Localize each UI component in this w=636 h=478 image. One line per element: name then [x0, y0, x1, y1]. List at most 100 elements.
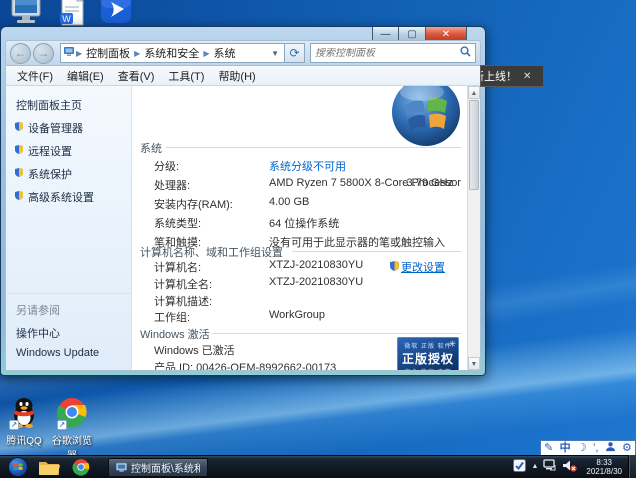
tray-ime-icon[interactable] — [513, 459, 526, 475]
row-value: 没有可用于此显示器的笔或触控输入 — [269, 234, 445, 250]
ime-punctuation-icon[interactable]: ’, — [593, 441, 599, 455]
uac-shield-icon — [390, 261, 399, 274]
system-window: — ▢ ✕ ← → ▶ 控制面板 ▶ 系统和安全 ▶ 系统 ▼ ⟳ — [0, 26, 486, 376]
breadcrumb-system-security[interactable]: 系统和安全 — [141, 45, 202, 61]
address-bar[interactable]: ▶ 控制面板 ▶ 系统和安全 ▶ 系统 ▼ — [60, 43, 285, 63]
window-body: 控制面板主页 设备管理器 远程设置 系统保护 高级系统设置 — [5, 85, 481, 371]
genuine-windows-badge[interactable]: ✳ 微软 正版 软件 正版授权 安全 稳定 声誉 — [397, 337, 459, 371]
vertical-scrollbar[interactable]: ▲ ▼ — [467, 86, 480, 370]
section-title-activation: Windows 激活 — [140, 326, 210, 342]
popup-notification[interactable]: 新上线！ ✕ — [480, 65, 544, 87]
sidebar-item-control-panel-home[interactable]: 控制面板主页 — [6, 94, 131, 116]
sidebar-item-advanced-settings[interactable]: 高级系统设置 — [6, 186, 131, 208]
back-button[interactable]: ← — [10, 43, 31, 64]
windows-logo — [389, 85, 463, 151]
network-icon[interactable] — [543, 459, 557, 475]
product-id: 产品 ID: 00426-OEM-8992662-00173 — [154, 359, 336, 371]
taskbar-clock[interactable]: 8:33 2021/8/30 — [582, 458, 626, 476]
menu-tools[interactable]: 工具(T) — [161, 66, 211, 86]
uac-shield-icon — [15, 145, 23, 157]
menu-edit[interactable]: 编辑(E) — [60, 66, 111, 86]
document-icon: W — [57, 0, 87, 29]
start-button[interactable] — [8, 457, 28, 477]
sidebar-item-device-manager[interactable]: 设备管理器 — [6, 117, 131, 139]
sidebar-item-label: 远程设置 — [28, 146, 72, 158]
desktop-icon-qq[interactable]: ↗ 腾讯QQ — [4, 396, 44, 447]
show-hidden-icons-button[interactable]: ▲ — [531, 463, 538, 470]
sidebar-item-system-protection[interactable]: 系统保护 — [6, 163, 131, 185]
video-player-icon — [99, 0, 133, 29]
badge-main-text: 正版授权 — [398, 350, 458, 367]
section-title-system: 系统 — [140, 140, 162, 156]
desktop-icon-computer[interactable] — [6, 0, 46, 29]
notification-close-icon[interactable]: ✕ — [523, 71, 531, 82]
desktop-icon-chrome[interactable]: ↗ 谷歌浏览器 — [52, 396, 92, 462]
taskbar-task-control-panel[interactable]: 控制面板\系统和... — [108, 458, 208, 477]
chrome-icon: ↗ — [56, 396, 88, 431]
ime-pen-icon[interactable]: ✎ — [544, 441, 553, 455]
badge-bottom-text: 安全 稳定 声誉 — [398, 367, 458, 371]
workgroup-row: 工作组: WorkGroup — [132, 309, 467, 326]
sidebar-item-remote-settings[interactable]: 远程设置 — [6, 140, 131, 162]
sidebar-item-label: 系统保护 — [28, 169, 72, 181]
row-label: 计算机全名: — [154, 276, 212, 292]
refresh-button[interactable]: ⟳ — [285, 43, 305, 63]
search-input[interactable] — [311, 48, 456, 59]
desktop-icon-video-player[interactable] — [96, 0, 136, 29]
ime-chinese-icon[interactable]: 中 — [560, 441, 571, 455]
sidebar-item-action-center[interactable]: 操作中心 — [6, 322, 131, 344]
uac-shield-icon — [15, 191, 23, 203]
scroll-up-icon[interactable]: ▲ — [468, 86, 480, 99]
breadcrumb-separator: ▶ — [75, 49, 83, 58]
chrome-icon — [72, 458, 90, 476]
show-desktop-button[interactable] — [628, 455, 636, 478]
desktop-icon-label: 腾讯QQ — [4, 432, 44, 447]
clock-time: 8:33 — [586, 458, 622, 467]
windows-flag-icon — [12, 461, 24, 473]
scroll-down-icon[interactable]: ▼ — [468, 357, 480, 370]
ime-fullwidth-moon-icon[interactable]: ☽ — [577, 441, 587, 455]
row-label: 计算机名: — [154, 259, 201, 275]
change-settings-link[interactable]: 更改设置 — [390, 259, 445, 275]
ime-settings-gear-icon[interactable]: ⚙ — [622, 441, 632, 455]
section-rule — [166, 147, 461, 148]
menu-bar: 文件(F) 编辑(E) 查看(V) 工具(T) 帮助(H) — [5, 66, 481, 85]
sidebar: 控制面板主页 设备管理器 远程设置 系统保护 高级系统设置 — [6, 86, 132, 370]
ime-user-icon[interactable] — [605, 441, 616, 456]
computer-window-icon — [116, 462, 127, 473]
uac-shield-icon — [15, 122, 23, 134]
shortcut-arrow-icon: ↗ — [57, 420, 67, 430]
section-rule — [212, 333, 461, 334]
computer-fullname-row: 计算机全名: XTZJ-20210830YU — [132, 276, 467, 293]
forward-button[interactable]: → — [33, 43, 54, 64]
row-value: WorkGroup — [269, 309, 325, 321]
search-box — [310, 43, 476, 63]
breadcrumb-system[interactable]: 系统 — [210, 45, 238, 61]
volume-muted-icon[interactable] — [562, 459, 577, 475]
desktop-icon-document[interactable]: W — [52, 0, 92, 29]
rating-link[interactable]: 系统分级不可用 — [269, 158, 346, 174]
taskbar-chrome-button[interactable] — [68, 457, 94, 477]
taskbar-explorer-button[interactable] — [36, 457, 62, 477]
menu-help[interactable]: 帮助(H) — [211, 66, 262, 86]
language-bar: ✎ 中 ☽ ’, ⚙ — [540, 440, 636, 456]
sidebar-item-windows-update[interactable]: Windows Update — [6, 344, 131, 362]
address-dropdown-icon[interactable]: ▼ — [268, 49, 282, 58]
section-rule — [292, 251, 461, 252]
breadcrumb-control-panel[interactable]: 控制面板 — [83, 45, 133, 61]
uac-shield-icon — [15, 168, 23, 180]
system-row-rating: 分级: 系统分级不可用 — [132, 158, 467, 175]
taskbar: 控制面板\系统和... ▲ 8:33 2021/8/30 — [0, 455, 636, 478]
sidebar-item-label: 高级系统设置 — [28, 192, 94, 204]
shortcut-arrow-icon: ↗ — [9, 420, 19, 430]
search-icon[interactable] — [456, 46, 475, 60]
sidebar-item-label: 设备管理器 — [28, 123, 83, 135]
folder-icon — [38, 459, 60, 476]
menu-view[interactable]: 查看(V) — [111, 66, 162, 86]
row-label: 安装内存(RAM): — [154, 196, 233, 212]
menu-file[interactable]: 文件(F) — [10, 66, 60, 86]
badge-star-icon: ✳ — [448, 339, 456, 350]
scrollbar-thumb[interactable] — [469, 100, 479, 190]
breadcrumb-separator: ▶ — [133, 49, 141, 58]
row-label: 系统类型: — [154, 215, 201, 231]
